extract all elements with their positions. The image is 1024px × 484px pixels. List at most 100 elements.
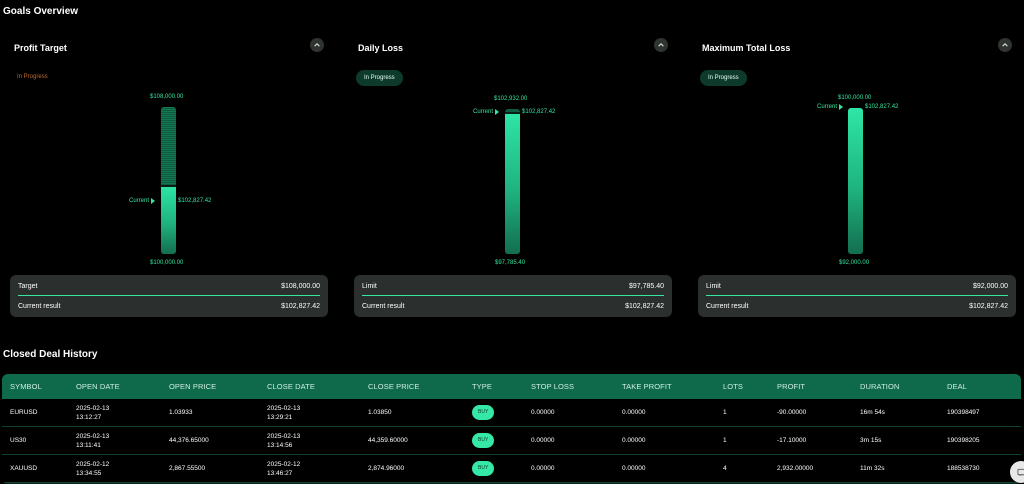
open-time-value: 13:12:27: [76, 413, 102, 421]
top-value-label: $102,932.00: [494, 96, 528, 102]
progress-bar-fill: [848, 108, 863, 254]
current-value-label: $102,827.42: [522, 109, 556, 115]
column-header-stop-loss[interactable]: STOP LOSS: [531, 374, 622, 399]
cell-open-price: 44,376.65000: [169, 437, 209, 444]
progress-area: $100,000.00 Current $102,827.42 $92,000.…: [698, 94, 1016, 270]
column-header-open-price[interactable]: OPEN PRICE: [169, 374, 267, 399]
status-badge: In Progress: [700, 70, 747, 86]
collapse-button[interactable]: [310, 38, 324, 52]
table-row[interactable]: US30 2025-02-13 13:11:41 44,376.65000 20…: [2, 427, 1021, 455]
current-label: Current: [817, 104, 838, 110]
current-label: Current: [129, 198, 150, 204]
column-header-close-date[interactable]: CLOSE DATE: [267, 374, 368, 399]
summary-label: Current result: [362, 302, 405, 310]
summary-label: Current result: [18, 302, 61, 310]
collapse-button[interactable]: [998, 38, 1012, 52]
cell-take-profit: 0.00000: [622, 409, 646, 416]
column-header-take-profit[interactable]: TAKE PROFIT: [622, 374, 723, 399]
current-marker: [161, 184, 176, 187]
cell-duration: 16m 54s: [860, 409, 885, 416]
close-time-value: 13:14:56: [267, 441, 293, 449]
current-value-label: $102,827.42: [178, 198, 212, 204]
arrow-right-icon: [151, 198, 156, 204]
column-header-deal[interactable]: DEAL: [947, 374, 1021, 399]
column-header-symbol[interactable]: SYMBOL: [2, 374, 76, 399]
summary-row-limit: Limit $92,000.00: [706, 276, 1008, 296]
collapse-button[interactable]: [654, 38, 668, 52]
open-date-value: 2025-02-12: [76, 460, 110, 468]
summary-row-current: Current result $102,827.42: [706, 296, 1008, 316]
summary-label: Target: [18, 282, 38, 290]
cell-profit: 2,932.00000: [777, 465, 814, 472]
cell-stop-loss: 0.00000: [531, 437, 555, 444]
progress-bar-remaining: [161, 107, 176, 185]
cell-close-date: 2025-02-13 13:14:56: [267, 427, 368, 454]
table-row[interactable]: XAUUSD 2025-02-12 13:34:55 2,867.55500 2…: [2, 455, 1021, 483]
progress-area: $108,000.00 Current $102,827.42 $100,000…: [10, 94, 328, 270]
arrow-right-icon: [839, 104, 844, 110]
cell-profit: -90.00000: [777, 409, 807, 416]
status-text: In Progress: [17, 74, 48, 80]
bottom-value-label: $100,000.00: [150, 260, 184, 266]
summary-row-limit: Limit $97,785.40: [362, 276, 664, 296]
top-value-label: $108,000.00: [150, 94, 184, 100]
column-header-profit[interactable]: PROFIT: [777, 374, 860, 399]
summary-value: $102,827.42: [281, 302, 320, 310]
summary-label: Limit: [362, 282, 377, 290]
current-indicator: Current: [473, 109, 500, 115]
type-badge: BUY: [472, 405, 495, 420]
cell-lots: 4: [723, 465, 727, 472]
cell-deal: 190398497: [947, 409, 980, 416]
column-header-open-date[interactable]: OPEN DATE: [76, 374, 169, 399]
bottom-value-label: $97,785.40: [495, 260, 526, 266]
cell-close-price: 44,359.60000: [368, 437, 408, 444]
column-header-lots[interactable]: LOTS: [723, 374, 777, 399]
goal-title: Maximum Total Loss: [702, 43, 791, 53]
table-header: SYMBOL OPEN DATE OPEN PRICE CLOSE DATE C…: [2, 374, 1021, 399]
goals-overview-title: Goals Overview: [3, 6, 79, 17]
summary-row-target: Target $108,000.00: [18, 276, 320, 296]
current-marker: [505, 111, 520, 114]
current-indicator: Current: [129, 198, 156, 204]
summary-row-current: Current result $102,827.42: [18, 296, 320, 316]
open-date-value: 2025-02-13: [76, 404, 110, 412]
progress-bar-track: [161, 107, 176, 254]
close-time-value: 13:46:27: [267, 469, 293, 477]
goal-card-max-total-loss: Maximum Total Loss In Progress $100,000.…: [698, 36, 1016, 321]
summary-label: Current result: [706, 302, 749, 310]
summary-box: Target $108,000.00 Current result $102,8…: [10, 275, 328, 317]
bottom-value-label: $92,000.00: [839, 260, 870, 266]
column-header-close-price[interactable]: CLOSE PRICE: [368, 374, 472, 399]
chevron-up-icon: [658, 43, 664, 47]
type-badge: BUY: [472, 461, 495, 476]
current-indicator: Current: [817, 104, 844, 110]
current-value-label: $102,827.42: [865, 104, 899, 110]
deal-history-table: SYMBOL OPEN DATE OPEN PRICE CLOSE DATE C…: [2, 374, 1021, 484]
open-date-value: 2025-02-13: [76, 432, 110, 440]
cell-open-price: 1.03933: [169, 409, 193, 416]
cell-lots: 1: [723, 437, 727, 444]
cell-close-price: 1.03850: [368, 409, 392, 416]
goal-card-daily-loss: Daily Loss In Progress $102,932.00 Curre…: [354, 36, 672, 321]
open-time-value: 13:34:55: [76, 469, 102, 477]
cell-take-profit: 0.00000: [622, 437, 646, 444]
progress-area: $102,932.00 Current $102,827.42 $97,785.…: [354, 94, 672, 270]
summary-box: Limit $97,785.40 Current result $102,827…: [354, 275, 672, 317]
cell-duration: 11m 32s: [860, 465, 885, 472]
table-row[interactable]: EURUSD 2025-02-13 13:12:27 1.03933 2025-…: [2, 399, 1021, 427]
column-header-type[interactable]: TYPE: [472, 374, 531, 399]
cell-open-date: 2025-02-13 13:11:41: [76, 427, 169, 454]
cell-symbol: US30: [10, 437, 27, 444]
cell-take-profit: 0.00000: [622, 465, 646, 472]
cell-close-date: 2025-02-13 13:29:21: [267, 399, 368, 426]
type-badge: BUY: [472, 433, 495, 448]
goal-title: Daily Loss: [358, 43, 404, 53]
progress-bar-track: [848, 108, 863, 254]
close-time-value: 13:29:21: [267, 413, 293, 421]
column-header-duration[interactable]: DURATION: [860, 374, 947, 399]
cell-duration: 3m 15s: [860, 437, 882, 444]
closed-deal-history-title: Closed Deal History: [3, 349, 98, 360]
arrow-right-icon: [495, 109, 500, 115]
cell-open-price: 2,867.55500: [169, 465, 206, 472]
cell-stop-loss: 0.00000: [531, 409, 555, 416]
